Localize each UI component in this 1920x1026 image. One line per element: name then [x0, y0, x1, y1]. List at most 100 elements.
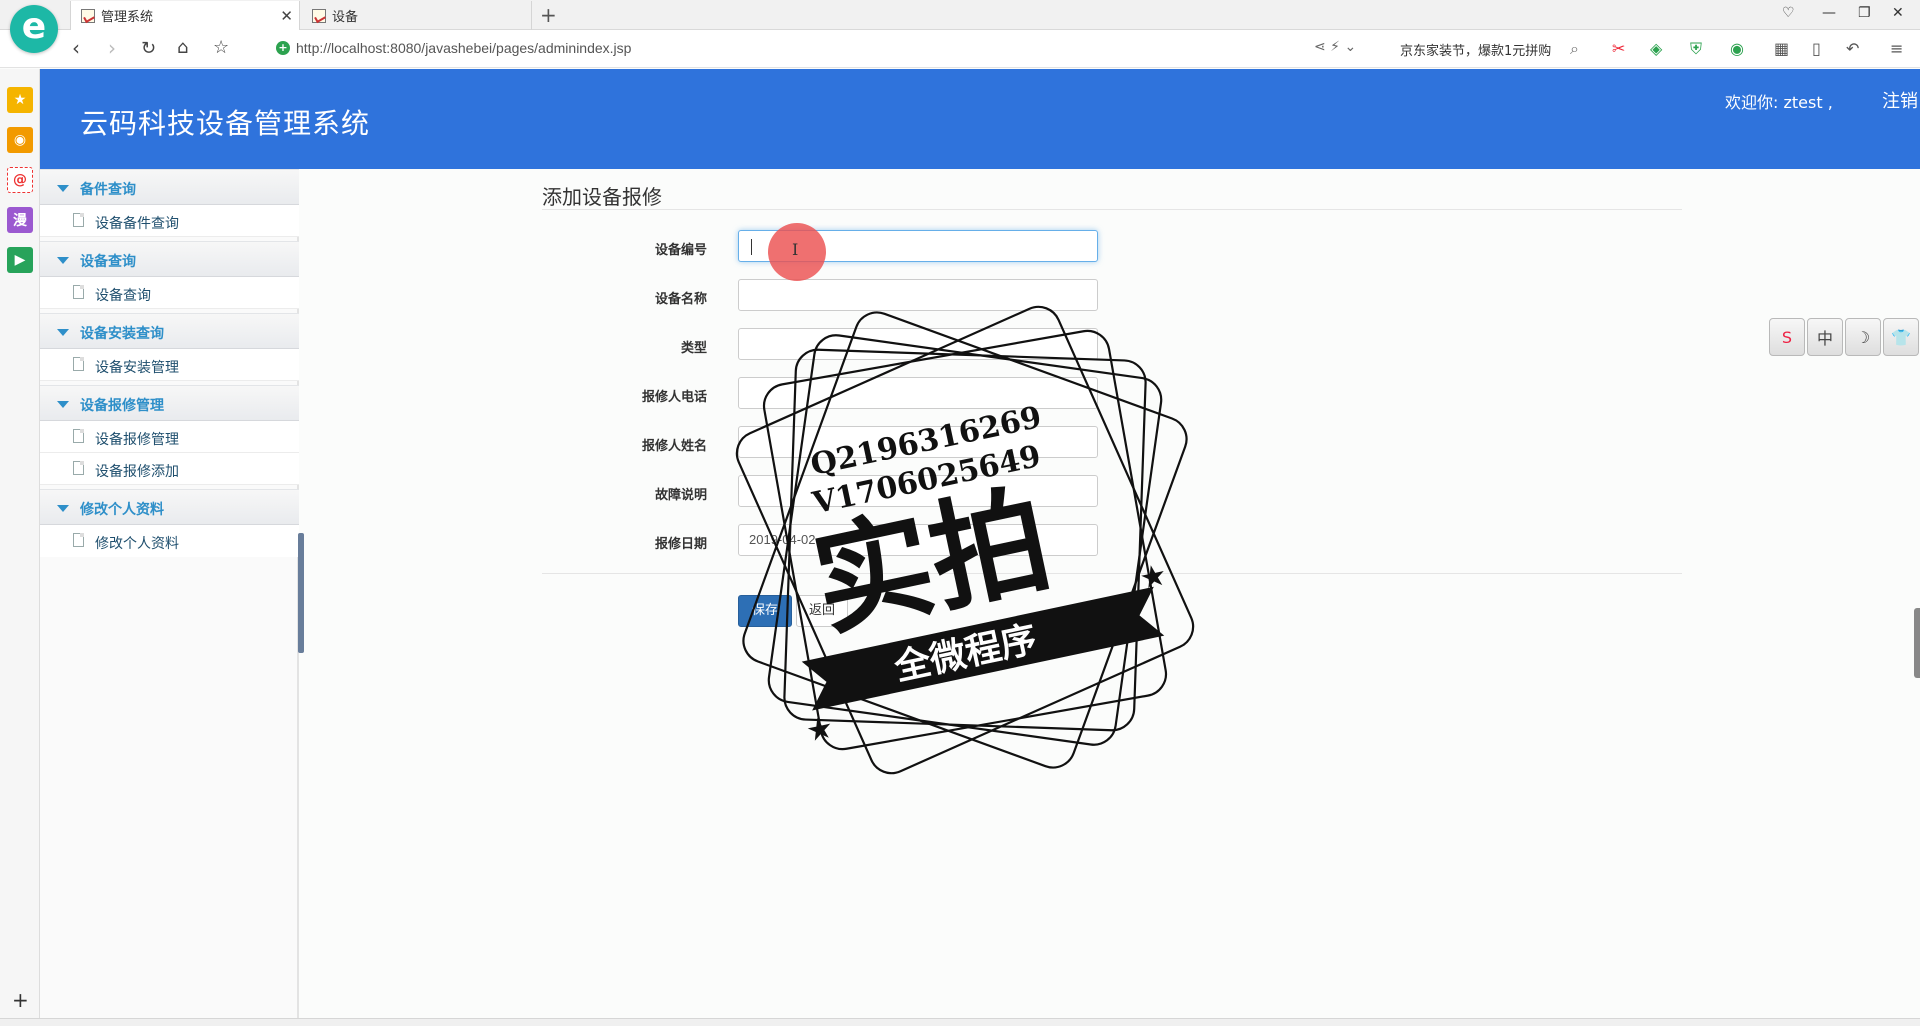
fault-desc-input[interactable]	[738, 475, 1098, 507]
sidebar-item-label: 设备备件查询	[95, 216, 179, 232]
divider	[542, 573, 1682, 574]
reporter-phone-input[interactable]	[738, 377, 1098, 409]
comic-icon[interactable]: 漫	[7, 207, 33, 233]
sidebar-group-spare-parts[interactable]: 备件查询	[40, 169, 299, 205]
page-favicon-icon	[312, 8, 326, 23]
share-icon[interactable]: ⋖ ⚡ ⌄	[1314, 39, 1356, 55]
text-caret	[751, 239, 752, 255]
shield-icon[interactable]: ⛨	[1690, 39, 1702, 59]
extension-icon[interactable]: ◈	[1650, 39, 1662, 58]
sogou-icon[interactable]: S	[1769, 318, 1805, 356]
restore-icon[interactable]: ❐	[1858, 5, 1871, 21]
sidebar-group-device-query[interactable]: 设备查询	[40, 241, 299, 277]
sidebar-item-install-manage[interactable]: 设备安装管理	[40, 349, 299, 381]
sidebar-group-install-query[interactable]: 设备安装查询	[40, 313, 299, 349]
document-icon	[73, 213, 84, 227]
close-tab-icon[interactable]: ✕	[280, 7, 293, 25]
game-icon[interactable]: ◉	[1730, 39, 1744, 58]
document-icon	[73, 429, 84, 443]
sidebar-item-label: 设备查询	[95, 288, 151, 304]
reporter-name-label: 报修人姓名	[641, 439, 707, 454]
document-icon	[73, 461, 84, 475]
browser-side-dock: ★ ◉ @ 漫 ▶ +	[0, 69, 40, 1018]
type-label: 类型	[680, 341, 707, 356]
sidebar-item-label: 设备报修管理	[95, 432, 179, 448]
search-icon[interactable]: ⌕	[1570, 39, 1579, 59]
back-button[interactable]: 返回	[796, 595, 848, 627]
minimize-icon[interactable]: —	[1822, 5, 1836, 21]
click-highlight-indicator	[768, 223, 826, 281]
star-icon: ★	[1136, 557, 1170, 597]
favorites-icon[interactable]: ★	[7, 87, 33, 113]
email-icon[interactable]: @	[7, 167, 33, 193]
skin-icon[interactable]: ♡	[1782, 5, 1795, 21]
address-bar: ‹ › ↻ ⌂ ☆ + http://localhost:8080/javash…	[0, 30, 1920, 68]
sidebar-resize-handle[interactable]	[298, 533, 304, 653]
device-no-label: 设备编号	[654, 243, 707, 258]
moon-icon[interactable]: ☽	[1845, 318, 1881, 356]
expand-arrow-icon	[57, 185, 69, 192]
welcome-text: 欢迎你: ztest ,	[1725, 93, 1833, 112]
device-name-label: 设备名称	[654, 292, 707, 307]
close-window-icon[interactable]: ✕	[1892, 5, 1904, 21]
bookmark-star-icon[interactable]: ☆	[213, 37, 229, 58]
document-icon	[73, 533, 84, 547]
forward-icon[interactable]: ›	[108, 36, 116, 60]
back-icon[interactable]: ‹	[72, 36, 80, 60]
expand-arrow-icon	[57, 401, 69, 408]
ad-search-text[interactable]: 京东家装节，爆款1元拼购	[1400, 40, 1551, 59]
sidebar-item-repair-add[interactable]: 设备报修添加	[40, 453, 299, 485]
shirt-skin-icon[interactable]: 👕	[1883, 318, 1919, 356]
reload-icon[interactable]: ↻	[141, 38, 156, 59]
tab-label: 管理系统	[101, 10, 154, 25]
dock-add-icon[interactable]: +	[12, 988, 29, 1012]
app-title: 云码科技设备管理系统	[80, 107, 371, 140]
sidebar-group-label: 修改个人资料	[80, 502, 164, 518]
tab-device[interactable]: 设备	[302, 1, 532, 30]
new-tab-button[interactable]: +	[540, 3, 557, 27]
scissors-icon[interactable]: ✂	[1612, 39, 1625, 58]
type-input[interactable]	[738, 328, 1098, 360]
sidebar-item-label: 修改个人资料	[95, 536, 179, 552]
page-title: 添加设备报修	[542, 185, 662, 209]
url-field[interactable]: http://localhost:8080/javashebei/pages/a…	[296, 40, 631, 56]
sidebar-item-spare-parts-query[interactable]: 设备备件查询	[40, 205, 299, 237]
repair-date-input[interactable]: 2019-04-02	[738, 524, 1098, 556]
watermark-banner-text: 全微程序	[890, 618, 1041, 689]
floating-input-toolbar: S 中 ☽ 👕	[1769, 318, 1919, 356]
logout-link[interactable]: 注销	[1882, 87, 1918, 113]
reporter-phone-label: 报修人电话	[641, 390, 707, 405]
watermark-banner	[801, 586, 1165, 711]
reader-icon[interactable]: ▯	[1812, 39, 1821, 58]
document-icon	[73, 285, 84, 299]
sidebar-item-repair-manage[interactable]: 设备报修管理	[40, 421, 299, 453]
side-panel-handle[interactable]	[1914, 608, 1920, 678]
sidebar-group-label: 设备报修管理	[80, 398, 164, 414]
save-button[interactable]: 保存	[738, 595, 792, 627]
reporter-name-input[interactable]	[738, 426, 1098, 458]
undo-icon[interactable]: ↶	[1846, 39, 1859, 58]
app-header: 云码科技设备管理系统 欢迎你: ztest , 注销	[40, 69, 1920, 169]
sidebar-item-edit-profile[interactable]: 修改个人资料	[40, 525, 299, 557]
tab-admin-system[interactable]: 管理系统 ✕	[70, 1, 300, 30]
fault-desc-label: 故障说明	[654, 488, 707, 503]
browser-tab-bar: 管理系统 ✕ 设备 + ♡ — ❐ ✕	[0, 0, 1920, 30]
video-icon[interactable]: ▶	[7, 247, 33, 273]
divider	[542, 209, 1682, 210]
home-icon[interactable]: ⌂	[177, 37, 188, 58]
sidebar-group-profile[interactable]: 修改个人资料	[40, 489, 299, 525]
sidebar-item-label: 设备报修添加	[95, 464, 179, 480]
sidebar-group-label: 备件查询	[80, 182, 136, 198]
secure-shield-icon[interactable]: +	[276, 41, 290, 55]
apps-grid-icon[interactable]: ▦	[1774, 39, 1789, 58]
sidebar-group-repair-manage[interactable]: 设备报修管理	[40, 385, 299, 421]
page-favicon-icon	[81, 8, 95, 23]
device-name-input[interactable]	[738, 279, 1098, 311]
star-icon: ★	[803, 710, 837, 750]
menu-icon[interactable]: ≡	[1890, 39, 1903, 58]
weibo-icon[interactable]: ◉	[7, 127, 33, 153]
chinese-mode-icon[interactable]: 中	[1807, 318, 1843, 356]
browser-logo[interactable]: e	[10, 5, 58, 53]
sidebar-nav: 备件查询 设备备件查询 设备查询 设备查询 设备安装查询 设备安装管理 设备报修…	[40, 169, 299, 1018]
sidebar-item-device-query[interactable]: 设备查询	[40, 277, 299, 309]
